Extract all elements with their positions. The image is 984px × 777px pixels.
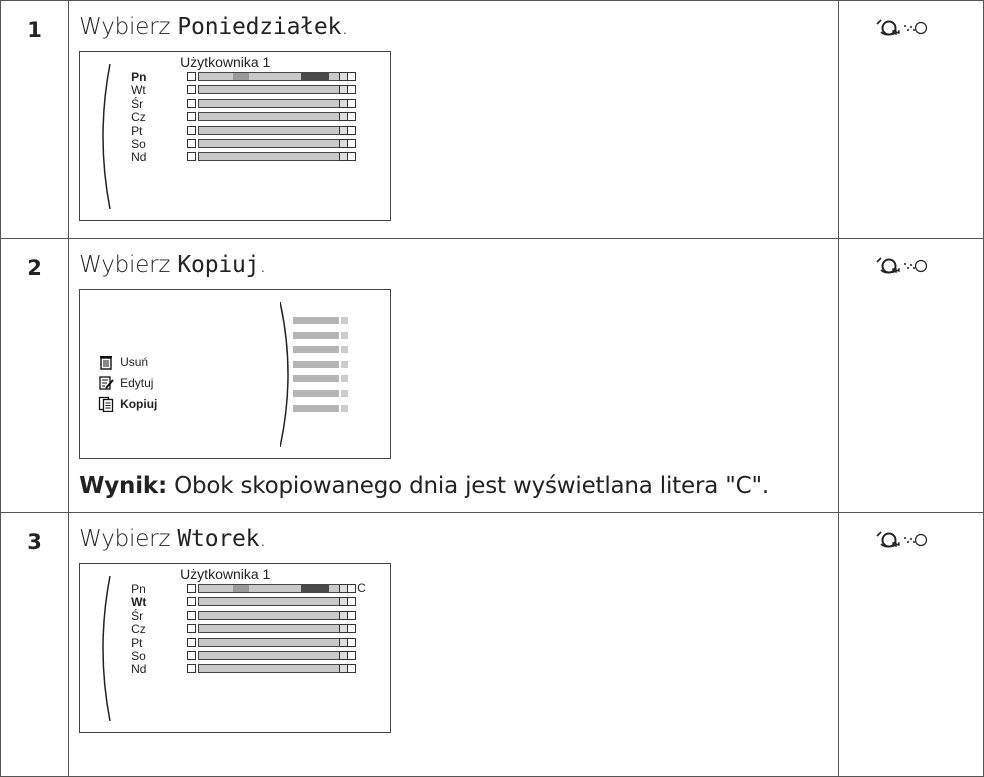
copy-mark: C: [357, 581, 366, 595]
knob-turn-icon: [839, 239, 983, 280]
preview-bar: [293, 346, 349, 354]
day-schedule-bar: [187, 139, 362, 148]
day-label-0: Pn: [131, 70, 147, 84]
day-schedule-bar: [187, 651, 362, 660]
day-schedule-bar: [187, 610, 362, 620]
day-schedule-bar: C: [187, 582, 366, 594]
day-label-1: Wt: [131, 595, 147, 610]
knob-turn-icon: [839, 1, 983, 42]
day-schedule-bar: [187, 85, 362, 95]
step-instruction: Wybierz Kopiuj.: [79, 252, 267, 278]
day-schedule-bar: [187, 72, 362, 81]
copy-icon: [98, 396, 120, 412]
keyword: Poniedziałek: [177, 14, 342, 40]
edit-icon: [98, 375, 120, 391]
day-schedule-bar: [187, 98, 362, 108]
step-number: 2: [27, 256, 42, 280]
day-schedule-bar: [187, 152, 362, 162]
result-text: Wynik: Obok skopiowanego dnia jest wyświ…: [79, 473, 769, 499]
preview-bar: [293, 360, 349, 368]
keyword: Wtorek: [177, 526, 260, 552]
day-label-0: Pn: [131, 582, 146, 596]
schedule-screen: Użytkownika 1 Pn C Wt Śr Cz Pt So Nd: [79, 563, 392, 733]
schedule-title: Użytkownika 1: [180, 54, 271, 70]
step-row-3: 3 Wybierz Wtorek. Użytkownika 1 Pn C Wt Śr Cz…: [0, 512, 984, 777]
day-schedule-bar: [187, 125, 362, 135]
day-schedule-bar: [187, 624, 362, 634]
preview-bar: [293, 317, 349, 324]
instruction-table: 1 Wybierz Poniedziałek. Użytkownika 1 Pn W…: [0, 0, 984, 777]
day-schedule-bar: [187, 597, 362, 607]
day-label-2: Śr: [131, 608, 144, 623]
day-label-4: Pt: [131, 635, 143, 650]
day-label-1: Wt: [131, 83, 146, 98]
preview-bar: [293, 404, 349, 412]
trash-icon: [98, 354, 120, 370]
menu-item-edytuj[interactable]: Edytuj: [98, 375, 153, 391]
step-instruction: Wybierz Wtorek.: [79, 526, 267, 552]
step-row-2: 2 Wybierz Kopiuj. Usuń Edytuj Kopiuj Wynik…: [0, 238, 984, 513]
menu-screen: Usuń Edytuj Kopiuj: [79, 289, 392, 459]
menu-item-usuń[interactable]: Usuń: [98, 354, 148, 370]
schedule-screen: Użytkownika 1 Pn Wt Śr Cz Pt So Nd: [79, 51, 392, 221]
menu-item-kopiuj[interactable]: Kopiuj: [98, 396, 157, 412]
day-label-5: So: [131, 649, 146, 663]
step-number: 3: [27, 530, 42, 554]
schedule-title: Użytkownika 1: [180, 566, 271, 582]
day-schedule-bar: [187, 112, 362, 122]
day-label-3: Cz: [131, 110, 146, 125]
day-label-6: Nd: [131, 150, 147, 165]
day-label-5: So: [131, 137, 146, 151]
day-label-2: Śr: [131, 96, 144, 111]
day-label-4: Pt: [131, 123, 143, 138]
step-row-1: 1 Wybierz Poniedziałek. Użytkownika 1 Pn W…: [0, 0, 984, 239]
preview-bar: [293, 375, 349, 383]
keyword: Kopiuj: [177, 252, 260, 278]
knob-turn-icon: [839, 513, 983, 554]
step-instruction: Wybierz Poniedziałek.: [79, 14, 349, 40]
step-number: 1: [27, 18, 42, 42]
preview-bar: [293, 390, 349, 397]
day-schedule-bar: [187, 637, 362, 647]
day-label-6: Nd: [131, 662, 147, 677]
day-schedule-bar: [187, 664, 362, 674]
preview-bar: [293, 331, 349, 339]
day-label-3: Cz: [131, 622, 146, 637]
